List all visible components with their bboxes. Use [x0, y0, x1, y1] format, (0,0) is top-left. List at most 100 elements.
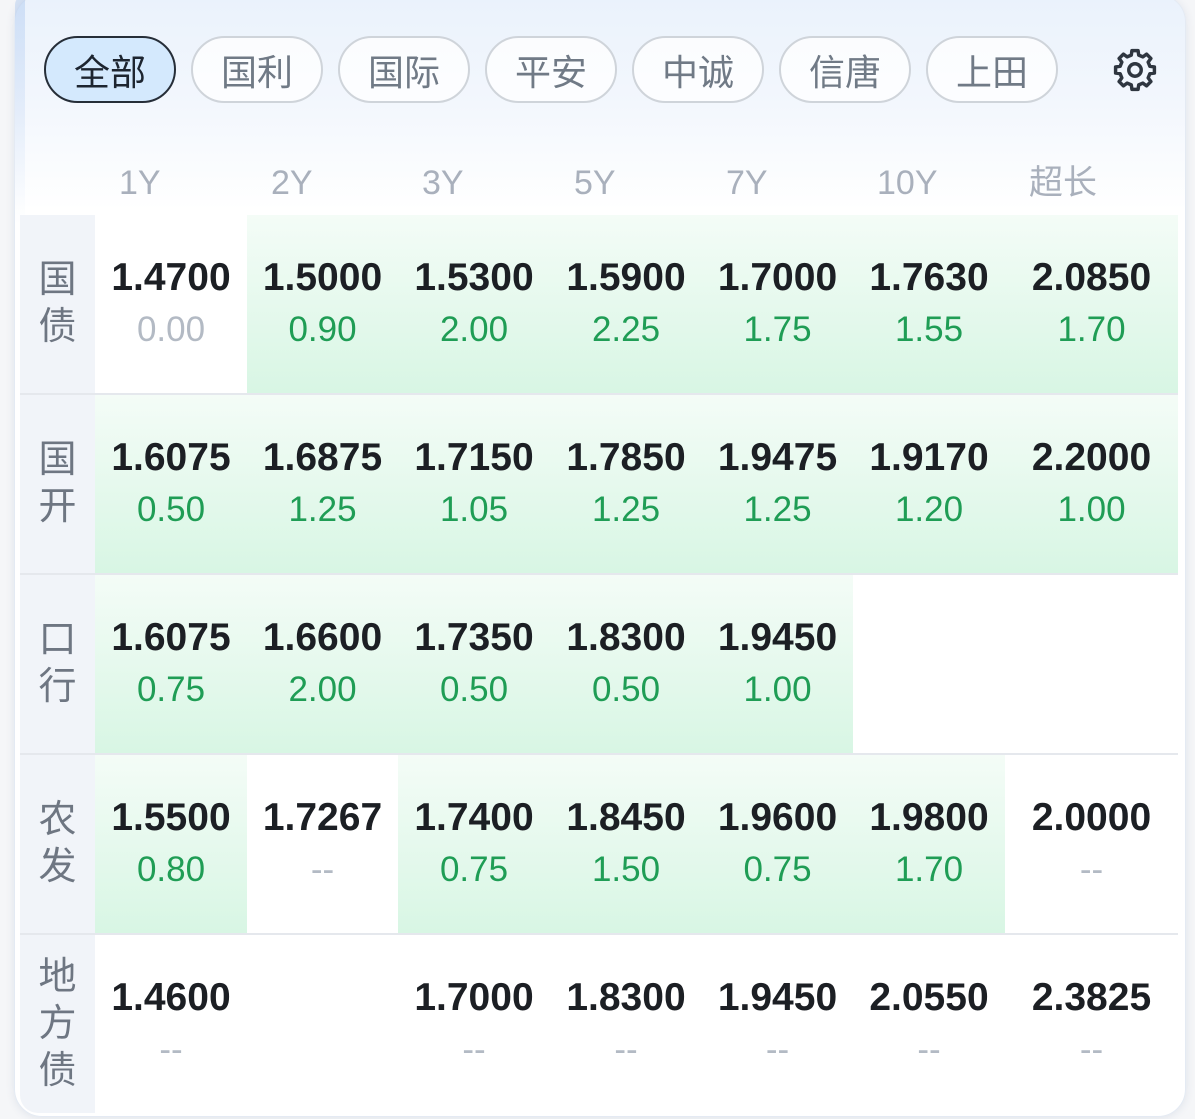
rate-cell-ultra-long[interactable]: 2.0850 1.70: [1005, 215, 1178, 393]
change-value: 1.50: [591, 850, 661, 889]
yield-value: 1.7400: [414, 796, 534, 839]
tenor-header-7y: 7Y: [726, 164, 768, 202]
rate-cell-2y[interactable]: 1.6875 1.25: [247, 395, 398, 573]
change-value: 1.70: [1057, 310, 1126, 349]
yield-value: 1.7000: [414, 976, 534, 1019]
tab-pingan[interactable]: 平安: [485, 36, 617, 103]
yield-value: 1.9475: [717, 436, 838, 479]
rate-cell-2y[interactable]: 1.7267 --: [247, 755, 398, 933]
rate-cell-5y[interactable]: 1.8450 1.50: [550, 755, 702, 933]
yield-value: 1.9450: [717, 976, 838, 1019]
change-value: --: [159, 1030, 183, 1069]
rate-cell-5y[interactable]: 1.5900 2.25: [550, 215, 702, 393]
rate-cell-3y[interactable]: 1.7150 1.05: [398, 395, 550, 573]
row-nongfa: 农发 1.5500 0.80 1.7267 -- 1.7400 0.75 1.8450…: [20, 755, 1178, 935]
yield-value: 1.5900: [566, 256, 686, 299]
yield-value: 1.8300: [566, 616, 686, 659]
yield-value: 1.6075: [111, 436, 231, 479]
empty-cell-2y: [247, 935, 398, 1113]
rate-cell-1y[interactable]: 1.4600 --: [95, 935, 247, 1113]
rate-cell-1y[interactable]: 1.6075 0.50: [95, 395, 247, 573]
yield-value: 1.6875: [262, 436, 383, 479]
rate-cell-7y[interactable]: 1.9450 --: [702, 935, 853, 1113]
tenor-header-ultra-long: 超长: [1029, 164, 1097, 202]
rate-cell-7y[interactable]: 1.7000 1.75: [702, 215, 853, 393]
empty-cell-ultra-long: [1005, 575, 1178, 753]
rate-cell-ultra-long[interactable]: 2.0000 --: [1005, 755, 1178, 933]
yield-value: 1.6075: [111, 616, 231, 659]
yield-value: 2.0850: [1031, 256, 1152, 299]
yield-value: 1.7350: [414, 616, 534, 659]
rate-cell-2y[interactable]: 1.5000 0.90: [247, 215, 398, 393]
tab-shangtian[interactable]: 上田: [926, 36, 1058, 103]
change-value: --: [1079, 850, 1104, 889]
yield-value: 1.7267: [262, 796, 383, 839]
rate-cell-10y[interactable]: 1.9170 1.20: [853, 395, 1005, 573]
rate-cell-5y[interactable]: 1.8300 0.50: [550, 575, 702, 753]
yield-value: 2.3825: [1031, 976, 1152, 1019]
change-value: 1.55: [894, 310, 964, 349]
row-difangzhai: 地方债 1.4600 -- 1.7000 -- 1.8300 -- 1.9450 -- …: [20, 935, 1178, 1113]
tab-guoji[interactable]: 国际: [338, 36, 470, 103]
row-label: 国债: [38, 259, 77, 348]
change-value: 1.25: [743, 490, 812, 529]
yield-value: 1.6600: [262, 616, 383, 659]
rate-cell-10y[interactable]: 2.0550 --: [853, 935, 1005, 1113]
row-kouhang: 口行 1.6075 0.75 1.6600 2.00 1.7350 0.50 1.83…: [20, 575, 1178, 755]
tenor-header-10y: 10Y: [877, 164, 938, 202]
row-label-cell: 国债: [20, 215, 95, 393]
change-value: 1.75: [743, 310, 812, 349]
change-value: --: [765, 1030, 790, 1069]
rate-cell-7y[interactable]: 1.9450 1.00: [702, 575, 853, 753]
rate-cell-ultra-long[interactable]: 2.2000 1.00: [1005, 395, 1178, 573]
change-value: 0.90: [288, 310, 357, 349]
change-value: 0.80: [136, 850, 206, 889]
yield-value: 2.0550: [869, 976, 989, 1019]
rate-cell-3y[interactable]: 1.5300 2.00: [398, 215, 550, 393]
rate-cell-7y[interactable]: 1.9475 1.25: [702, 395, 853, 573]
change-value: --: [614, 1030, 638, 1069]
rate-cell-5y[interactable]: 1.7850 1.25: [550, 395, 702, 573]
tab-zhongcheng[interactable]: 中诚: [632, 36, 764, 103]
yield-value: 1.9600: [717, 796, 838, 839]
tab-guoli[interactable]: 国利: [191, 36, 323, 103]
rate-cell-3y[interactable]: 1.7000 --: [398, 935, 550, 1113]
yield-value: 1.9800: [869, 796, 989, 839]
yield-value: 1.9450: [717, 616, 838, 659]
rate-cell-7y[interactable]: 1.9600 0.75: [702, 755, 853, 933]
change-value: 1.05: [439, 490, 509, 529]
change-value: 0.50: [136, 490, 206, 529]
yield-value: 1.5000: [262, 256, 383, 299]
change-value: 1.20: [894, 490, 964, 529]
gear-icon[interactable]: [1112, 47, 1158, 93]
rate-cell-10y[interactable]: 1.9800 1.70: [853, 755, 1005, 933]
yield-value: 1.4600: [111, 976, 231, 1019]
yield-value: 1.7000: [717, 256, 838, 299]
tab-xintang[interactable]: 信唐: [779, 36, 911, 103]
change-value: 1.25: [591, 490, 661, 529]
change-value: --: [310, 850, 335, 889]
rate-cell-1y[interactable]: 1.6075 0.75: [95, 575, 247, 753]
yield-value: 1.7850: [566, 436, 686, 479]
change-value: 0.75: [136, 670, 206, 709]
change-value: 1.25: [288, 490, 357, 529]
tab-all[interactable]: 全部: [44, 36, 176, 103]
row-label: 地方债: [38, 955, 77, 1092]
change-value: --: [462, 1030, 486, 1069]
rate-cell-2y[interactable]: 1.6600 2.00: [247, 575, 398, 753]
change-value: 1.70: [894, 850, 964, 889]
rate-cell-ultra-long[interactable]: 2.3825 --: [1005, 935, 1178, 1113]
row-label: 口行: [38, 619, 77, 708]
row-label: 国开: [38, 439, 77, 528]
rate-cell-10y[interactable]: 1.7630 1.55: [853, 215, 1005, 393]
change-value: --: [917, 1030, 941, 1069]
yield-table: 国债 1.4700 0.00 1.5000 0.90 1.5300 2.00 1.59…: [20, 215, 1178, 1113]
tenor-header-1y: 1Y: [119, 164, 161, 202]
rate-cell-5y[interactable]: 1.8300 --: [550, 935, 702, 1113]
rate-cell-1y[interactable]: 1.5500 0.80: [95, 755, 247, 933]
tenor-header-3y: 3Y: [422, 164, 464, 202]
rate-cell-3y[interactable]: 1.7400 0.75: [398, 755, 550, 933]
rate-cell-1y[interactable]: 1.4700 0.00: [95, 215, 247, 393]
rate-cell-3y[interactable]: 1.7350 0.50: [398, 575, 550, 753]
yield-value: 1.8300: [566, 976, 686, 1019]
